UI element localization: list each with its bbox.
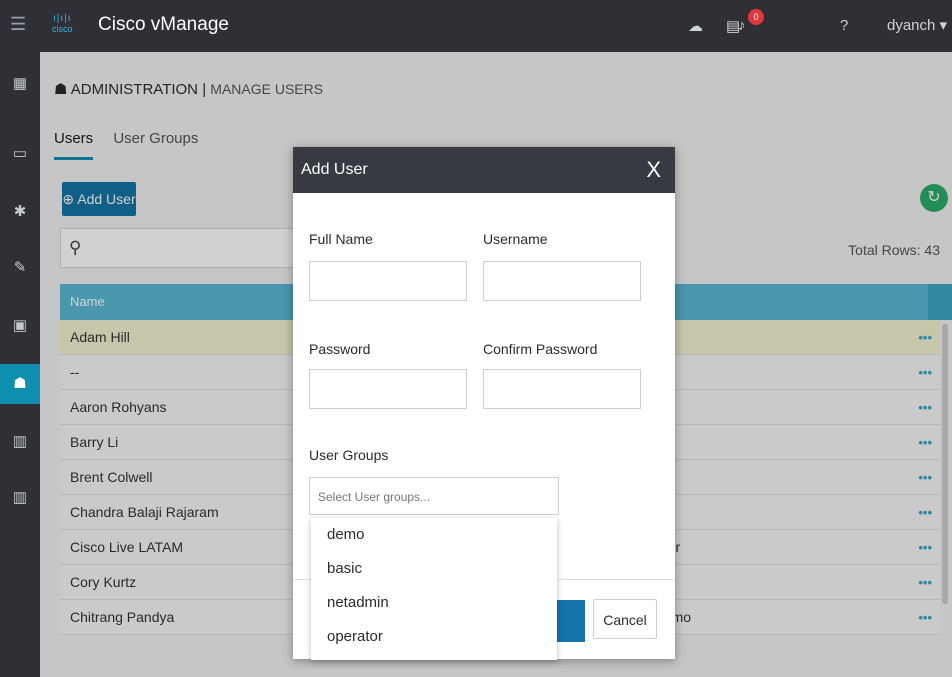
bell-icon[interactable]: ♪ bbox=[738, 17, 746, 34]
modal-header: Add User X bbox=[293, 147, 675, 193]
full-name-label: Full Name bbox=[309, 231, 373, 247]
confirm-password-label: Confirm Password bbox=[483, 341, 598, 357]
tools-wrench-icon[interactable]: ✎ bbox=[0, 248, 40, 288]
maintenance-icon[interactable]: ▣ bbox=[0, 306, 40, 346]
password-label: Password bbox=[309, 341, 371, 357]
user-groups-dropdown: demo basic netadmin operator bbox=[311, 518, 557, 660]
add-user-modal: Add User X Full Name Username Password C… bbox=[293, 147, 675, 660]
cisco-logo-text: cisco bbox=[52, 24, 73, 34]
full-name-field[interactable] bbox=[309, 261, 467, 301]
username-label: Username bbox=[483, 231, 548, 247]
dashboard-icon[interactable]: ▦ bbox=[0, 64, 40, 104]
user-menu[interactable]: dyanch ▾ bbox=[887, 16, 947, 34]
group-option-basic[interactable]: basic bbox=[311, 552, 557, 586]
notification-badge: 0 bbox=[748, 9, 764, 25]
modal-title: Add User bbox=[301, 161, 368, 178]
close-icon[interactable]: X bbox=[646, 147, 661, 193]
user-groups-select[interactable]: Select User groups... bbox=[309, 477, 559, 515]
user-groups-label: User Groups bbox=[309, 447, 389, 463]
group-option-demo[interactable]: demo bbox=[311, 518, 557, 552]
hamburger-menu-icon[interactable]: ☰ bbox=[10, 14, 26, 35]
monitor-icon[interactable]: ▭ bbox=[0, 134, 40, 174]
group-option-operator[interactable]: operator bbox=[311, 620, 557, 654]
username-field[interactable] bbox=[483, 261, 641, 301]
side-nav: ▦ ▭ ✱ ✎ ▣ ☗ ▥ ▥ bbox=[0, 52, 40, 677]
cisco-logo-bars: ı|ı|ı bbox=[52, 13, 72, 24]
confirm-password-field[interactable] bbox=[483, 369, 641, 409]
configuration-gear-icon[interactable]: ✱ bbox=[0, 192, 40, 232]
help-icon[interactable]: ? bbox=[840, 17, 848, 34]
app-title: Cisco vManage bbox=[98, 14, 229, 35]
analytics-icon[interactable]: ▥ bbox=[0, 422, 40, 462]
cloud-icon[interactable]: ☁ bbox=[688, 17, 703, 35]
group-option-netadmin[interactable]: netadmin bbox=[311, 586, 557, 620]
administration-users-icon[interactable]: ☗ bbox=[0, 364, 40, 404]
cisco-logo: ı|ı|ı cisco bbox=[52, 13, 73, 35]
reports-icon[interactable]: ▥ bbox=[0, 478, 40, 518]
cancel-button[interactable]: Cancel bbox=[593, 599, 657, 639]
top-bar: ☰ ı|ı|ı cisco Cisco vManage ☁ ▤ ♪ 0 ? dy… bbox=[0, 0, 952, 52]
add-button[interactable] bbox=[557, 600, 585, 642]
password-field[interactable] bbox=[309, 369, 467, 409]
